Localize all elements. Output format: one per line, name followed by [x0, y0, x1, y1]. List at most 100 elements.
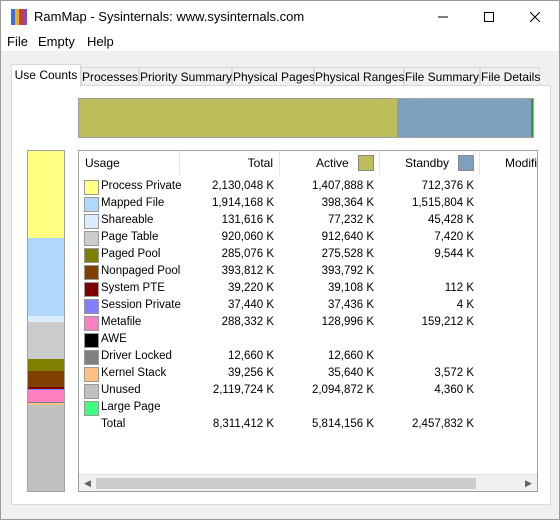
usage-color-swatch — [84, 367, 99, 382]
table-row[interactable]: Total 8,311,412 K 5,814,156 K 2,457,832 K 1 — [79, 417, 537, 434]
active-value: 5,814,156 K — [311, 418, 374, 430]
window-title: RamMap - Sysinternals: www.sysinternals.… — [34, 9, 305, 24]
bar-segment-metafile — [28, 390, 64, 403]
rammap-app-icon — [11, 9, 27, 25]
column-standby[interactable]: Standby — [380, 151, 480, 175]
total-value: 39,220 K — [227, 282, 274, 294]
usage-label: Unused — [101, 384, 141, 396]
bar-segment-unused — [28, 404, 64, 491]
active-value: 39,108 K — [327, 282, 374, 294]
table-row[interactable]: Paged Pool 285,076 K 275,528 K 9,544 K — [79, 247, 537, 264]
menu-empty[interactable]: Empty — [38, 34, 75, 49]
menu-bar: File Empty Help — [1, 32, 559, 52]
table-row[interactable]: Large Page — [79, 400, 537, 417]
bar-segment-process-private — [28, 151, 64, 239]
usage-color-swatch — [84, 401, 99, 416]
table-row[interactable]: Mapped File 1,914,168 K 398,364 K 1,515,804… — [79, 196, 537, 213]
table-row[interactable]: Shareable 131,616 K 77,232 K 45,428 K — [79, 213, 537, 230]
standby-value: 2,457,832 K — [411, 418, 474, 430]
tab-physical-pages[interactable]: Physical Pages — [232, 67, 315, 86]
table-row[interactable]: Session Private 37,440 K 37,436 K 4 K — [79, 298, 537, 315]
tab-physical-ranges[interactable]: Physical Ranges — [314, 67, 404, 86]
scroll-left-icon[interactable]: ◀ — [79, 477, 96, 490]
close-icon — [530, 11, 540, 22]
table-row[interactable]: Process Private 2,130,048 K 1,407,888 K 712… — [79, 179, 537, 196]
horizontal-scrollbar[interactable]: ◀ ▶ — [79, 474, 537, 491]
standby-value: 3,572 K — [434, 367, 474, 379]
active-value: 2,094,872 K — [311, 384, 374, 396]
usage-label: AWE — [101, 333, 127, 345]
tab-strip: Use Counts Processes Priority Summary Ph… — [11, 64, 551, 87]
total-value: 2,130,048 K — [211, 180, 274, 192]
total-value: 288,332 K — [221, 316, 274, 328]
usage-label: Shareable — [101, 214, 154, 226]
total-value: 12,660 K — [227, 350, 274, 362]
active-value: 398,364 K — [321, 197, 374, 209]
tab-use-counts[interactable]: Use Counts — [11, 64, 81, 87]
maximize-icon — [484, 11, 494, 22]
total-value: 131,616 K — [221, 214, 274, 226]
tab-file-summary[interactable]: File Summary — [404, 67, 480, 86]
usage-label: Large Page — [101, 401, 161, 413]
active-value: 37,436 K — [327, 299, 374, 311]
usage-color-swatch — [84, 316, 99, 331]
tab-file-details[interactable]: File Details — [480, 67, 540, 86]
usage-label: Nonpaged Pool — [101, 265, 181, 277]
column-usage[interactable]: Usage — [79, 151, 180, 175]
column-total[interactable]: Total — [180, 151, 280, 175]
maximize-button[interactable] — [466, 1, 512, 32]
usage-label: Process Private — [101, 180, 182, 192]
total-value: 393,812 K — [221, 265, 274, 277]
total-value: 1,914,168 K — [211, 197, 274, 209]
table-row[interactable]: AWE — [79, 332, 537, 349]
table-row[interactable]: System PTE 39,220 K 39,108 K 112 K — [79, 281, 537, 298]
column-active-label: Active — [316, 156, 349, 170]
active-value: 12,660 K — [327, 350, 374, 362]
usage-label: Driver Locked — [101, 350, 172, 362]
menu-help[interactable]: Help — [87, 34, 114, 49]
standby-value: 712,376 K — [421, 180, 474, 192]
usage-label: Mapped File — [101, 197, 165, 209]
use-counts-table: Usage Total Active Standby Modifie Proce… — [78, 150, 538, 492]
column-modified[interactable]: Modifie — [480, 151, 538, 175]
total-value: 37,440 K — [227, 299, 274, 311]
active-value: 1,407,888 K — [311, 180, 374, 192]
close-button[interactable] — [512, 1, 558, 32]
minimize-button[interactable] — [420, 1, 466, 32]
usage-label: Kernel Stack — [101, 367, 167, 379]
table-row[interactable]: Metafile 288,332 K 128,996 K 159,212 K — [79, 315, 537, 332]
modified-value: 1 — [480, 418, 537, 430]
column-active[interactable]: Active — [280, 151, 380, 175]
table-row[interactable]: Driver Locked 12,660 K 12,660 K — [79, 349, 537, 366]
title-bar[interactable]: RamMap - Sysinternals: www.sysinternals.… — [1, 1, 559, 32]
menu-file[interactable]: File — [7, 34, 28, 49]
bar-segment-active — [79, 99, 397, 137]
usage-label: Paged Pool — [101, 248, 161, 260]
tab-priority-summary[interactable]: Priority Summary — [139, 67, 232, 86]
bar-segment-page-table — [28, 321, 64, 360]
usage-color-swatch — [84, 350, 99, 365]
total-value: 285,076 K — [221, 248, 274, 260]
bar-segment-standby — [396, 99, 532, 137]
tab-processes[interactable]: Processes — [81, 67, 139, 86]
usage-label: Metafile — [101, 316, 142, 328]
usage-label: System PTE — [101, 282, 165, 294]
usage-label: Total — [101, 418, 126, 430]
usage-label: Session Private — [101, 299, 181, 311]
usage-color-swatch — [84, 265, 99, 280]
scroll-right-icon[interactable]: ▶ — [520, 477, 537, 490]
column-usage-label: Usage — [85, 156, 120, 170]
table-row[interactable]: Page Table 920,060 K 912,640 K 7,420 K — [79, 230, 537, 247]
total-value: 2,119,724 K — [212, 384, 274, 396]
standby-value: 159,212 K — [421, 316, 474, 328]
bar-segment-modified — [531, 99, 533, 137]
column-modified-label: Modifie — [505, 156, 538, 170]
minimize-icon — [438, 16, 448, 17]
table-row[interactable]: Kernel Stack 39,256 K 35,640 K 3,572 K — [79, 366, 537, 383]
scrollbar-thumb[interactable] — [96, 478, 476, 489]
usage-color-swatch — [84, 214, 99, 229]
table-header: Usage Total Active Standby Modifie — [79, 151, 538, 175]
table-row[interactable]: Unused 2,119,724 K 2,094,872 K 4,360 K — [79, 383, 537, 400]
standby-value: 7,420 K — [434, 231, 474, 243]
table-row[interactable]: Nonpaged Pool 393,812 K 393,792 K — [79, 264, 537, 281]
